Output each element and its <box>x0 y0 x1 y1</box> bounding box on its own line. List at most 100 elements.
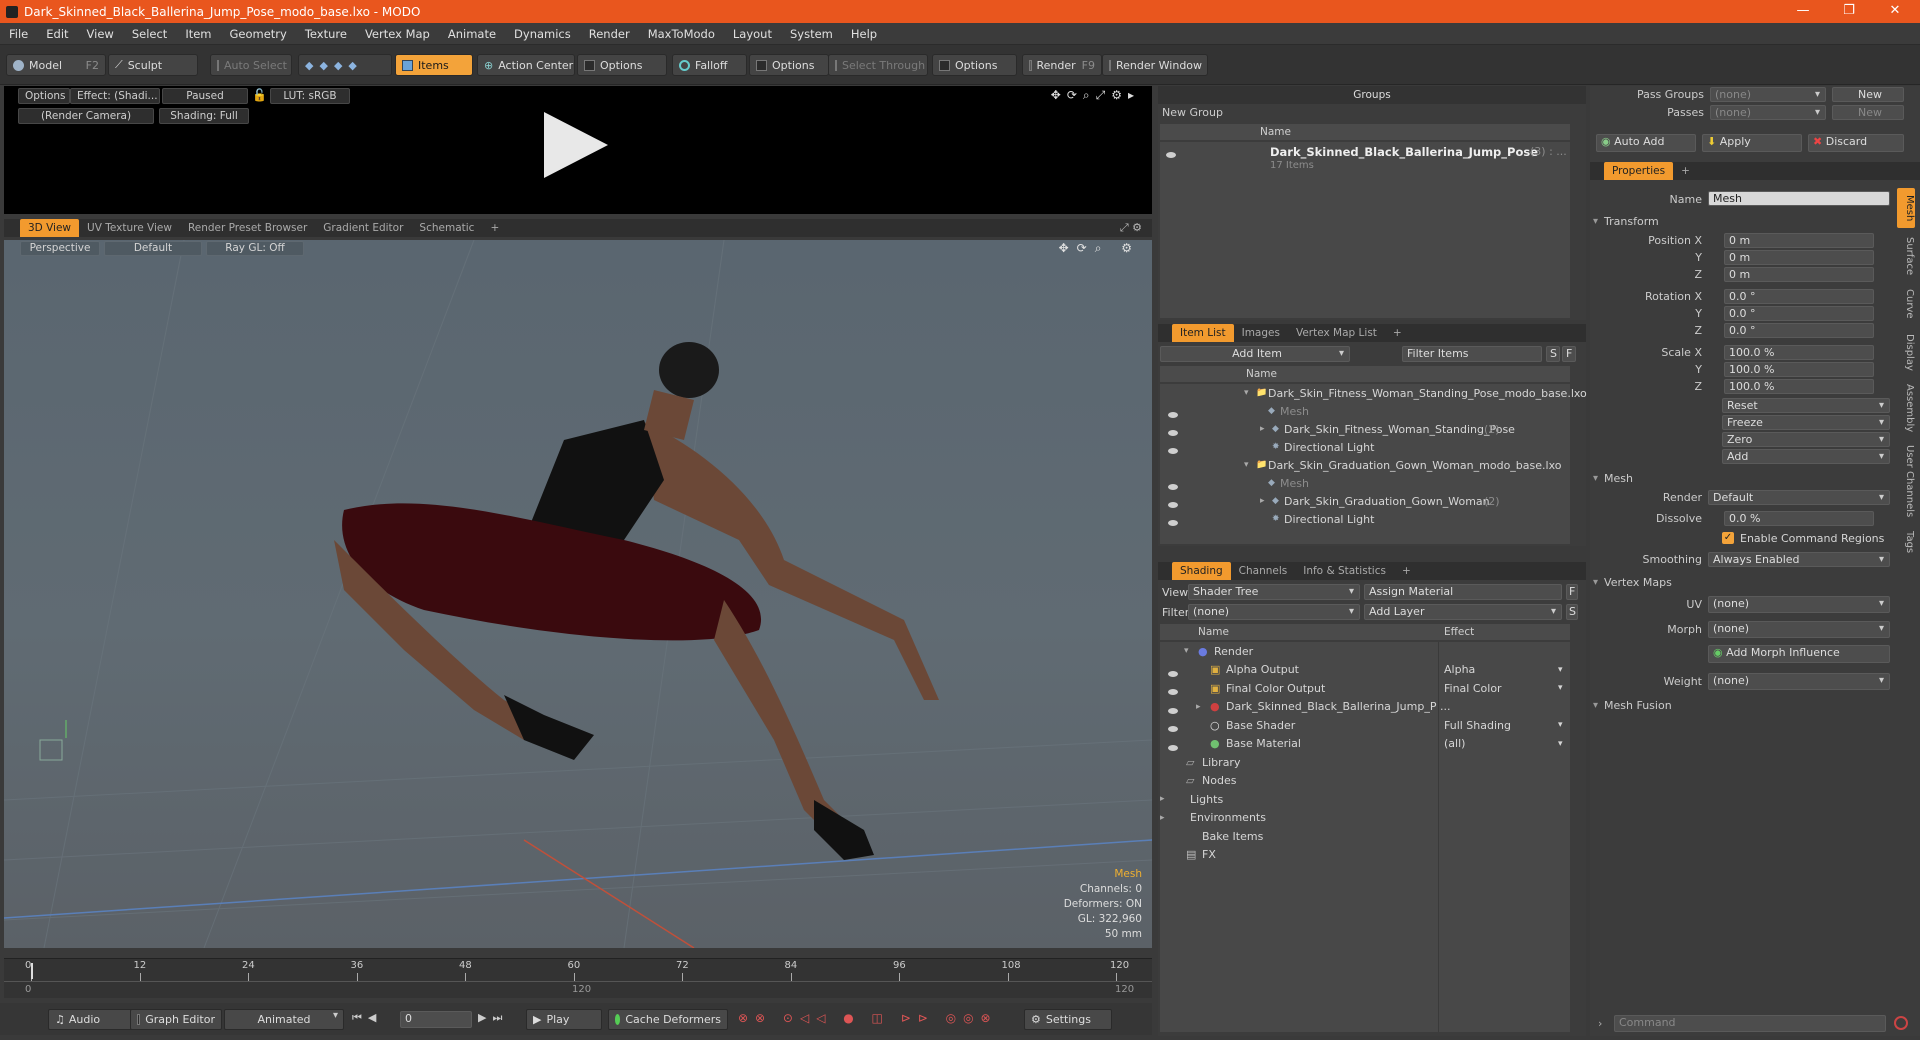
shader-layer-effect[interactable]: Full Shading <box>1444 719 1511 732</box>
freeze-dropdown[interactable]: Freeze <box>1722 415 1890 430</box>
rotation-z-field[interactable]: 0.0 ° <box>1724 323 1874 338</box>
menu-dynamics[interactable]: Dynamics <box>505 27 580 41</box>
item-list-row[interactable]: ◆ Mesh <box>1160 474 1570 492</box>
menu-view[interactable]: View <box>78 27 123 41</box>
tab-render-preset-browser[interactable]: Render Preset Browser <box>180 219 315 237</box>
lut-dropdown[interactable]: LUT: sRGB <box>270 88 350 104</box>
apply-button[interactable]: ⬇ Apply <box>1702 134 1802 152</box>
playhead[interactable] <box>31 963 33 979</box>
expand-arrow-icon[interactable]: ▸ <box>1196 702 1201 712</box>
shader-tree-row[interactable]: ▣ Alpha Output Alpha ▾ <box>1160 661 1570 679</box>
auto-select-button[interactable]: Auto Select <box>210 54 292 76</box>
graph-editor-button[interactable]: Graph Editor <box>130 1009 222 1030</box>
shader-tree-row[interactable]: ▱ Nodes <box>1160 772 1570 790</box>
perspective-dropdown[interactable]: Perspective <box>20 241 100 256</box>
render-button[interactable]: Render F9 <box>1022 54 1102 76</box>
tab-gradient-editor[interactable]: Gradient Editor <box>315 219 411 237</box>
visibility-eye-icon[interactable] <box>1168 685 1178 698</box>
add-tab-button[interactable]: + <box>1673 162 1698 180</box>
shader-tree-row[interactable]: ▸ ● Dark_Skinned_Black_Ballerina_Jump_P ..… <box>1160 698 1570 716</box>
preview-options-button[interactable]: Options <box>18 88 70 104</box>
side-tab-mesh[interactable]: Mesh <box>1897 188 1915 228</box>
visibility-eye-icon[interactable] <box>1168 704 1178 717</box>
vertices-mode-icon[interactable]: ◆ <box>305 59 313 72</box>
play-icon[interactable] <box>544 112 608 178</box>
menu-edit[interactable]: Edit <box>37 27 77 41</box>
visibility-eye-icon[interactable] <box>1168 516 1178 529</box>
smoothing-dropdown[interactable]: Always Enabled <box>1708 552 1890 567</box>
item-list-row[interactable]: ✸ Directional Light <box>1160 510 1570 528</box>
item-list-row[interactable]: ✸ Directional Light <box>1160 438 1570 456</box>
materials-mode-icon[interactable]: ◆ <box>348 59 356 72</box>
rotation-x-field[interactable]: 0.0 ° <box>1724 289 1874 304</box>
item-filter-s-button[interactable]: S <box>1546 346 1560 362</box>
menu-select[interactable]: Select <box>123 27 176 41</box>
command-stop-icon[interactable] <box>1894 1016 1908 1030</box>
side-tab-display[interactable]: Display <box>1897 328 1915 376</box>
current-frame-field[interactable]: 0 <box>400 1011 472 1028</box>
shading-f-button[interactable]: F <box>1566 584 1578 600</box>
vertex-maps-section[interactable]: Vertex Maps <box>1593 574 1672 590</box>
cache-deformers-button[interactable]: Cache Deformers <box>608 1009 728 1030</box>
menu-texture[interactable]: Texture <box>296 27 356 41</box>
lock-icon[interactable]: 🔓 <box>252 88 267 102</box>
position-z-field[interactable]: 0 m <box>1724 267 1874 282</box>
shader-tree-row[interactable]: ● Base Material (all) ▾ <box>1160 735 1570 753</box>
pass-groups-dropdown[interactable]: (none) <box>1710 87 1826 102</box>
sculpt-button[interactable]: ⟋ Sculpt <box>108 54 198 76</box>
add-item-dropdown[interactable]: Add Item <box>1160 346 1350 362</box>
keyframe-tools-icons[interactable]: ⊗⊗ ⊙◁◁ ● ◫ ⊳⊳ ◎◎⊗ <box>738 1011 998 1025</box>
render-dropdown[interactable]: Default <box>1708 490 1890 505</box>
minimize-button[interactable]: — <box>1780 0 1826 23</box>
shader-layer-effect[interactable]: (all) <box>1444 737 1465 750</box>
effect-dropdown-icon[interactable]: ▾ <box>1558 739 1563 749</box>
side-tab-surface[interactable]: Surface <box>1897 232 1915 280</box>
effect-dropdown-icon[interactable]: ▾ <box>1558 683 1563 693</box>
enable-command-regions-checkbox[interactable]: ✓ <box>1722 532 1734 544</box>
shader-tree-row[interactable]: ▣ Final Color Output Final Color ▾ <box>1160 679 1570 697</box>
item-list-row[interactable]: ◆ Mesh <box>1160 402 1570 420</box>
assign-material-button[interactable]: Assign Material <box>1364 584 1562 600</box>
menu-item[interactable]: Item <box>176 27 220 41</box>
viewport-settings-icon[interactable]: ⤢ ⚙ <box>1120 221 1142 235</box>
passes-dropdown[interactable]: (none) <box>1710 105 1826 120</box>
side-tab-curve[interactable]: Curve <box>1897 284 1915 324</box>
falloff-options-button[interactable]: Options <box>749 54 829 76</box>
shader-layer-effect[interactable]: Alpha <box>1444 663 1475 676</box>
new-pass-group-button[interactable]: New <box>1832 87 1904 102</box>
tab-schematic[interactable]: Schematic <box>411 219 482 237</box>
effect-dropdown-icon[interactable]: ▾ <box>1558 720 1563 730</box>
discard-button[interactable]: ✖ Discard <box>1808 134 1904 152</box>
shader-layer-effect[interactable]: Final Color <box>1444 682 1502 695</box>
audio-button[interactable]: ♫ Audio <box>48 1009 132 1030</box>
item-list-row[interactable]: ▾ 📁 Dark_Skin_Fitness_Woman_Standing_Pose_… <box>1160 384 1587 402</box>
morph-dropdown[interactable]: (none) <box>1708 621 1890 638</box>
timeline[interactable]: 0 12 24 36 48 60 72 84 96 108 120 0 120 120 <box>4 958 1152 998</box>
new-pass-button[interactable]: New <box>1832 105 1904 120</box>
zero-dropdown[interactable]: Zero <box>1722 432 1890 447</box>
menu-animate[interactable]: Animate <box>439 27 505 41</box>
expand-arrow-icon[interactable]: ▾ <box>1184 646 1189 656</box>
position-x-field[interactable]: 0 m <box>1724 233 1874 248</box>
visibility-eye-icon[interactable] <box>1168 667 1178 680</box>
shading-dropdown[interactable]: Shading: Full <box>159 108 249 124</box>
add-dropdown[interactable]: Add <box>1722 449 1890 464</box>
preview-effect-dropdown[interactable]: Effect: (Shadi... <box>70 88 160 104</box>
animated-dropdown[interactable]: Animated <box>224 1009 344 1030</box>
expand-arrow-icon[interactable]: ▸ <box>1260 424 1265 434</box>
visibility-eye-icon[interactable] <box>1168 741 1178 754</box>
item-list-row[interactable]: ▸ ◆ Dark_Skin_Graduation_Gown_Woman (2) <box>1160 492 1570 510</box>
item-list-row[interactable]: ▾ 📁 Dark_Skin_Graduation_Gown_Woman_modo_b… <box>1160 456 1570 474</box>
3d-viewport[interactable]: Perspective Default Ray GL: Off ✥⟳⌕ ⚙ Me… <box>4 240 1152 948</box>
item-filter-f-button[interactable]: F <box>1562 346 1576 362</box>
close-button[interactable]: ✕ <box>1872 0 1918 23</box>
render-window-button[interactable]: Render Window <box>1102 54 1208 76</box>
menu-file[interactable]: File <box>0 27 37 41</box>
reset-dropdown[interactable]: Reset <box>1722 398 1890 413</box>
items-mode-button[interactable]: Items <box>395 54 473 76</box>
add-tab-button[interactable]: + <box>1385 324 1410 342</box>
menu-help[interactable]: Help <box>842 27 886 41</box>
auto-add-button[interactable]: ◉ Auto Add <box>1596 134 1696 152</box>
tab-3d-view[interactable]: 3D View <box>20 219 80 237</box>
effect-dropdown-icon[interactable]: ▾ <box>1558 665 1563 675</box>
